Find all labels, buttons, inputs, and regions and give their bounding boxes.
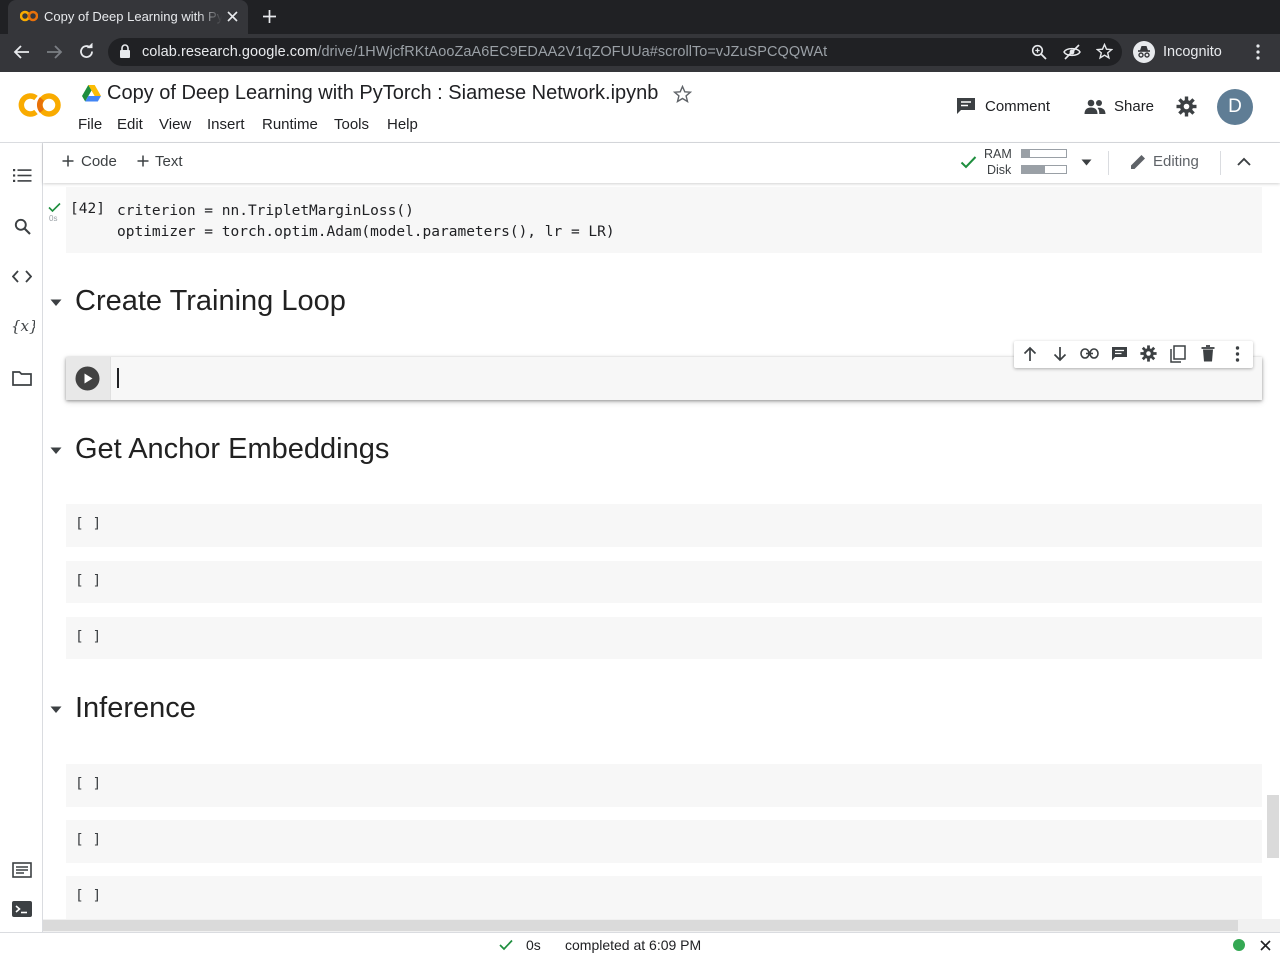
comment-icon[interactable] xyxy=(956,97,976,116)
star-notebook-icon[interactable] xyxy=(673,85,692,104)
tracking-blocked-icon[interactable] xyxy=(1063,44,1081,60)
text-cursor xyxy=(117,368,119,388)
settings-gear-icon[interactable] xyxy=(1176,96,1197,117)
google-drive-icon xyxy=(82,85,101,102)
status-check-icon xyxy=(499,939,513,951)
bookmark-star-icon[interactable] xyxy=(1096,43,1113,60)
comment-button[interactable]: Comment xyxy=(985,98,1050,115)
colab-favicon-icon xyxy=(20,9,38,23)
move-cell-down-icon[interactable] xyxy=(1053,346,1067,362)
browser-tab-title: Copy of Deep Learning with PyTorch : Sia… xyxy=(44,9,222,24)
collapse-section-caret-icon[interactable] xyxy=(50,706,62,714)
incognito-label[interactable]: Incognito xyxy=(1163,44,1222,60)
notebook-toolbar xyxy=(43,143,1280,183)
add-text-button[interactable]: Text xyxy=(155,153,183,170)
ram-label: RAM xyxy=(984,147,1012,161)
cell-exec-count[interactable]: [ ] xyxy=(75,832,101,848)
forward-arrow-icon[interactable] xyxy=(45,44,63,60)
more-actions-icon[interactable] xyxy=(1235,346,1240,362)
cell-settings-gear-icon[interactable] xyxy=(1140,345,1157,362)
editing-pencil-icon[interactable] xyxy=(1130,153,1147,170)
horizontal-scrollbar-thumb[interactable] xyxy=(43,920,1238,931)
toolbar-divider-2 xyxy=(1220,151,1221,175)
cell-exec-count[interactable]: [ ] xyxy=(75,573,101,589)
status-exec-time[interactable]: 0s xyxy=(526,937,541,953)
empty-code-cell[interactable] xyxy=(66,876,1262,919)
menu-edit[interactable]: Edit xyxy=(117,116,143,133)
add-code-plus-icon[interactable] xyxy=(62,155,74,167)
variables-icon[interactable]: {x} xyxy=(11,316,35,336)
close-status-icon[interactable] xyxy=(1260,940,1271,951)
left-sidebar xyxy=(0,143,43,932)
incognito-icon[interactable] xyxy=(1133,41,1155,63)
menu-insert[interactable]: Insert xyxy=(207,116,245,133)
close-tab-icon[interactable] xyxy=(226,10,239,23)
ram-usage-bar[interactable] xyxy=(1021,149,1067,158)
move-cell-up-icon[interactable] xyxy=(1023,346,1037,362)
connected-check-icon xyxy=(960,155,977,169)
empty-code-cell[interactable] xyxy=(66,820,1262,863)
empty-code-cell[interactable] xyxy=(66,764,1262,807)
command-palette-icon[interactable] xyxy=(12,862,32,878)
cell-exec-count: [42] xyxy=(70,201,105,217)
menu-help[interactable]: Help xyxy=(387,116,418,133)
collapse-section-caret-icon[interactable] xyxy=(50,447,62,455)
add-text-plus-icon[interactable] xyxy=(137,155,149,167)
cell-exec-count[interactable]: [ ] xyxy=(75,776,101,792)
files-folder-icon[interactable] xyxy=(12,370,32,386)
menu-file[interactable]: File xyxy=(78,116,102,133)
runtime-connected-dot xyxy=(1233,939,1245,951)
url-text: colab.research.google.com/drive/1HWjcfRK… xyxy=(142,44,828,60)
reload-icon[interactable] xyxy=(78,43,95,60)
toolbar-divider xyxy=(1108,151,1109,175)
runtime-dropdown-icon[interactable] xyxy=(1081,159,1092,166)
disk-usage-bar[interactable] xyxy=(1021,165,1067,174)
vertical-scrollbar-thumb[interactable] xyxy=(1267,795,1279,858)
new-tab-icon[interactable] xyxy=(262,9,277,24)
ram-usage-fill xyxy=(1022,150,1030,157)
back-arrow-icon[interactable] xyxy=(13,44,31,60)
share-button[interactable]: Share xyxy=(1114,98,1154,115)
add-comment-icon[interactable] xyxy=(1111,346,1128,362)
cell-exec-time: 0s xyxy=(49,214,58,223)
svg-text:{x}: {x} xyxy=(11,317,35,335)
empty-code-cell[interactable] xyxy=(66,561,1262,603)
disk-label: Disk xyxy=(987,163,1012,177)
editing-mode-label[interactable]: Editing xyxy=(1153,153,1199,170)
colab-logo-icon[interactable] xyxy=(16,91,62,119)
run-cell-play-icon[interactable] xyxy=(75,366,100,391)
cell-exec-count[interactable]: [ ] xyxy=(75,629,101,645)
collapse-header-chevron-icon[interactable] xyxy=(1237,157,1251,166)
menu-tools[interactable]: Tools xyxy=(334,116,369,133)
cell-code-editor[interactable]: criterion = nn.TripletMarginLoss() optim… xyxy=(117,201,615,243)
cell-exec-count[interactable]: [ ] xyxy=(75,888,101,904)
share-people-icon[interactable] xyxy=(1084,99,1106,114)
collapse-section-caret-icon[interactable] xyxy=(50,299,62,307)
empty-code-cell[interactable] xyxy=(66,504,1262,547)
lock-icon[interactable] xyxy=(119,44,131,59)
add-code-button[interactable]: Code xyxy=(81,153,117,170)
section-heading[interactable]: Get Anchor Embeddings xyxy=(75,433,389,466)
cell-exec-count[interactable]: [ ] xyxy=(75,516,101,532)
menu-runtime[interactable]: Runtime xyxy=(262,116,318,133)
link-to-cell-icon[interactable] xyxy=(1080,348,1099,359)
status-message[interactable]: completed at 6:09 PM xyxy=(565,937,701,953)
code-snippets-icon[interactable] xyxy=(12,270,32,283)
terminal-icon[interactable] xyxy=(12,901,32,917)
cell-toolbar xyxy=(1014,341,1253,368)
notebook-title[interactable]: Copy of Deep Learning with PyTorch : Sia… xyxy=(107,82,658,105)
user-avatar[interactable]: D xyxy=(1217,89,1253,125)
search-icon[interactable] xyxy=(14,218,31,235)
section-heading[interactable]: Inference xyxy=(75,692,196,725)
disk-usage-fill xyxy=(1022,166,1045,173)
delete-cell-trash-icon[interactable] xyxy=(1201,345,1215,362)
menu-view[interactable]: View xyxy=(159,116,191,133)
table-of-contents-icon[interactable] xyxy=(13,168,32,183)
empty-code-cell[interactable] xyxy=(66,617,1262,659)
mirror-cell-icon[interactable] xyxy=(1170,345,1186,363)
browser-menu-icon[interactable] xyxy=(1255,44,1261,60)
section-heading[interactable]: Create Training Loop xyxy=(75,285,346,318)
cell-success-check-icon xyxy=(48,202,61,213)
zoom-icon[interactable] xyxy=(1031,44,1047,60)
